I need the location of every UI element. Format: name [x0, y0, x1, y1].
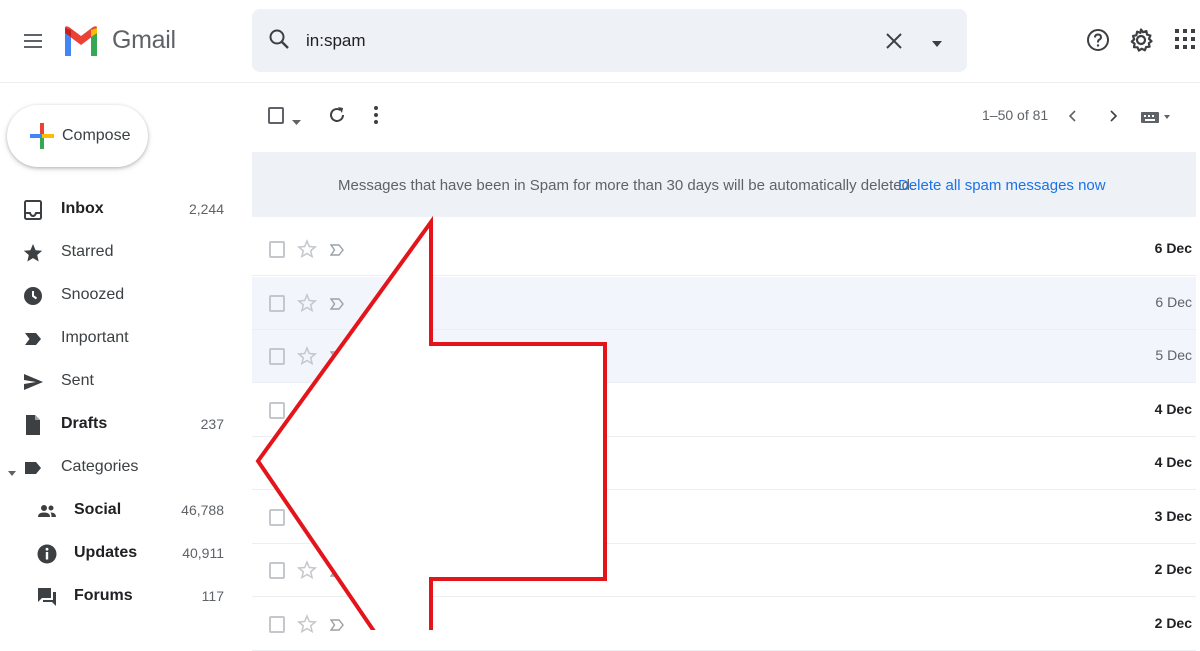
- sidebar-item-updates[interactable]: Updates 40,911: [0, 533, 240, 576]
- search-icon[interactable]: [268, 28, 290, 50]
- clock-icon: [22, 285, 44, 307]
- star-icon: [22, 242, 44, 264]
- sidebar-item-label: Starred: [61, 243, 114, 260]
- row-checkbox[interactable]: [269, 294, 285, 312]
- star-outline-icon[interactable]: [296, 292, 318, 313]
- sidebar-item-count: 40,911: [182, 545, 224, 561]
- pagination-label: 1–50 of 81: [982, 107, 1049, 123]
- sidebar-item-label: Important: [61, 329, 129, 346]
- app-name: Gmail: [112, 26, 176, 54]
- message-date: 3 Dec: [1154, 507, 1192, 524]
- message-row[interactable]: 5 Dec: [252, 330, 1196, 383]
- important-marker-icon[interactable]: [329, 618, 344, 631]
- sidebar-item-categories[interactable]: Categories: [0, 447, 240, 490]
- star-outline-icon[interactable]: [296, 239, 318, 259]
- message-row[interactable]: 4 Dec: [252, 437, 1196, 490]
- row-checkbox[interactable]: [269, 348, 285, 365]
- more-options-icon[interactable]: [366, 104, 386, 126]
- row-checkbox[interactable]: [269, 241, 285, 258]
- input-tools-icon[interactable]: [1140, 109, 1174, 125]
- sidebar-item-label: Sent: [61, 372, 94, 389]
- sidebar-item-label: Snoozed: [61, 286, 125, 303]
- select-options-icon[interactable]: [292, 113, 301, 125]
- main-menu-button[interactable]: [20, 26, 48, 56]
- gear-icon[interactable]: [1128, 27, 1154, 53]
- draft-icon: [22, 414, 44, 436]
- chevron-right-icon[interactable]: [1106, 108, 1120, 124]
- row-checkbox[interactable]: [269, 508, 285, 526]
- sidebar-item-social[interactable]: Social 46,788: [0, 490, 240, 533]
- row-checkbox[interactable]: [269, 562, 285, 579]
- inbox-icon: [22, 199, 44, 221]
- important-marker-icon[interactable]: [329, 564, 344, 577]
- sidebar-item-forums[interactable]: Forums 117: [0, 576, 240, 619]
- message-row[interactable]: 4 Dec: [252, 384, 1196, 437]
- info-icon: [36, 543, 58, 565]
- gmail-logo-icon[interactable]: [62, 24, 100, 58]
- important-marker-icon[interactable]: [329, 457, 344, 470]
- row-checkbox[interactable]: [269, 401, 285, 419]
- message-date: 4 Dec: [1154, 454, 1192, 470]
- apps-icon[interactable]: [1174, 28, 1196, 50]
- help-icon[interactable]: [1086, 28, 1110, 52]
- sidebar-item-count: 46,788: [181, 502, 224, 518]
- sidebar-item-sent[interactable]: Sent: [0, 361, 240, 404]
- spam-banner-message: Messages that have been in Spam for more…: [338, 177, 915, 194]
- message-row[interactable]: 6 Dec: [252, 223, 1196, 276]
- message-date: 4 Dec: [1154, 400, 1192, 417]
- delete-all-spam-link[interactable]: Delete all spam messages now: [898, 177, 1106, 194]
- important-marker-icon[interactable]: [329, 511, 344, 524]
- sidebar-item-label: Forums: [74, 587, 133, 604]
- sidebar-item-important[interactable]: Important: [0, 318, 240, 361]
- sidebar-item-count: 117: [201, 588, 224, 604]
- message-row[interactable]: 2 Dec: [252, 544, 1196, 597]
- header-divider: [0, 82, 1200, 83]
- sidebar-item-label: Drafts: [61, 415, 108, 432]
- caret-down-icon[interactable]: [8, 465, 16, 476]
- sidebar-item-label: Inbox: [61, 200, 104, 217]
- star-outline-icon[interactable]: [296, 506, 318, 527]
- message-row[interactable]: 6 Dec: [252, 276, 1196, 330]
- sidebar-item-drafts[interactable]: Drafts 237: [0, 404, 240, 447]
- important-marker-icon[interactable]: [329, 297, 344, 310]
- plus-icon: [29, 122, 55, 150]
- select-all-checkbox[interactable]: [268, 107, 284, 124]
- forum-icon: [36, 586, 58, 608]
- message-date: 2 Dec: [1154, 614, 1192, 631]
- compose-label: Compose: [62, 127, 131, 144]
- search-input[interactable]: [306, 27, 846, 55]
- refresh-icon[interactable]: [327, 105, 347, 125]
- sidebar-item-inbox[interactable]: Inbox 2,244: [0, 189, 240, 232]
- compose-button[interactable]: Compose: [7, 105, 148, 167]
- important-icon: [22, 328, 44, 350]
- star-outline-icon[interactable]: [296, 346, 318, 366]
- message-row[interactable]: 3 Dec: [252, 491, 1196, 544]
- star-outline-icon[interactable]: [296, 453, 318, 473]
- chevron-left-icon[interactable]: [1066, 108, 1080, 124]
- star-outline-icon[interactable]: [296, 560, 318, 580]
- label-icon: [22, 457, 44, 479]
- row-checkbox[interactable]: [269, 455, 285, 472]
- important-marker-icon[interactable]: [329, 350, 344, 363]
- sidebar-item-label: Categories: [61, 458, 139, 475]
- sidebar-item-starred[interactable]: Starred: [0, 232, 240, 275]
- sidebar-item-label: Social: [74, 501, 122, 518]
- sidebar-item-label: Updates: [74, 544, 138, 561]
- message-date: 2 Dec: [1154, 561, 1192, 577]
- sidebar-item-snoozed[interactable]: Snoozed: [0, 275, 240, 318]
- important-marker-icon[interactable]: [329, 404, 344, 417]
- message-row[interactable]: 2 Dec: [252, 598, 1196, 651]
- message-date: 5 Dec: [1155, 347, 1192, 363]
- search-options-icon[interactable]: [930, 36, 944, 47]
- star-outline-icon[interactable]: [296, 613, 318, 634]
- send-icon: [22, 371, 44, 393]
- sidebar-item-count: 2,244: [188, 201, 224, 217]
- clear-search-icon[interactable]: [883, 30, 905, 52]
- star-outline-icon[interactable]: [296, 399, 318, 420]
- people-icon: [36, 500, 58, 522]
- message-date: 6 Dec: [1154, 240, 1192, 256]
- sidebar-item-count: 237: [200, 416, 224, 432]
- important-marker-icon[interactable]: [329, 243, 344, 256]
- message-date: 6 Dec: [1155, 293, 1192, 310]
